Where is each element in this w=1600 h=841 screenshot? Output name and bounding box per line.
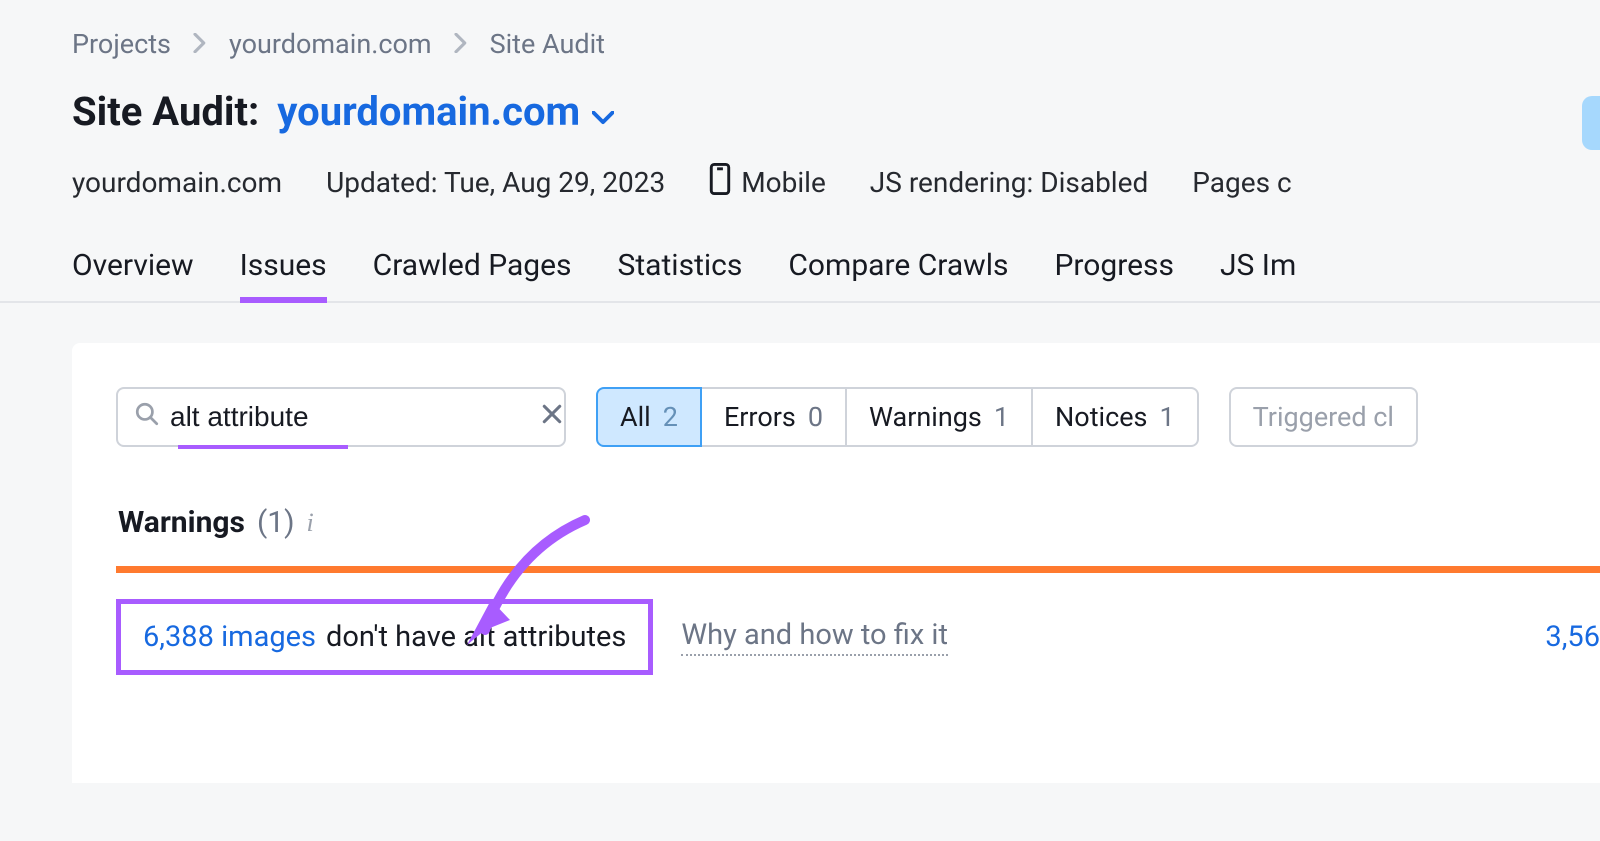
meta-updated: Updated: Tue, Aug 29, 2023 [326, 166, 665, 199]
issue-text: don't have alt attributes [326, 620, 626, 654]
filter-all[interactable]: All 2 [596, 387, 702, 447]
triggered-checks-button[interactable]: Triggered cl [1229, 387, 1418, 447]
issues-panel: All 2 Errors 0 Warnings 1 Notices 1 Trig… [72, 343, 1600, 783]
chevron-down-icon [592, 88, 614, 135]
fix-link[interactable]: Why and how to fix it [681, 618, 948, 656]
section-count: (1) [257, 505, 295, 540]
tab-progress[interactable]: Progress [1054, 248, 1174, 301]
section-label: Warnings [118, 505, 245, 540]
filter-warnings-label: Warnings [869, 401, 982, 433]
filter-warnings-count: 1 [994, 401, 1009, 433]
chevron-right-icon [454, 28, 468, 60]
meta-device: Mobile [709, 163, 826, 202]
search-input[interactable] [170, 401, 531, 433]
filter-errors-count: 0 [808, 401, 823, 433]
tabs: Overview Issues Crawled Pages Statistics… [0, 248, 1600, 303]
filter-errors-label: Errors [724, 401, 796, 433]
domain-switcher[interactable]: yourdomain.com [277, 88, 614, 135]
issue-row: 6,388 images don't have alt attributes W… [116, 599, 1600, 675]
filter-errors[interactable]: Errors 0 [702, 387, 847, 447]
meta-row: yourdomain.com Updated: Tue, Aug 29, 202… [72, 163, 1528, 202]
breadcrumb-item-projects[interactable]: Projects [72, 28, 171, 60]
issue-count-link: 6,388 images [143, 620, 316, 654]
issue-link[interactable]: 6,388 images don't have alt attributes [116, 599, 653, 675]
chevron-right-icon [193, 28, 207, 60]
mobile-icon [709, 163, 731, 202]
filter-notices-count: 1 [1159, 401, 1174, 433]
filter-all-label: All [620, 401, 651, 433]
tab-compare-crawls[interactable]: Compare Crawls [788, 248, 1008, 301]
tab-issues[interactable]: Issues [240, 248, 327, 301]
clear-icon[interactable] [541, 402, 563, 432]
filter-notices[interactable]: Notices 1 [1033, 387, 1199, 447]
page-title: Site Audit: yourdomain.com [72, 88, 1528, 135]
meta-domain: yourdomain.com [72, 166, 282, 199]
meta-pages: Pages c [1192, 166, 1291, 199]
filter-group: All 2 Errors 0 Warnings 1 Notices 1 [596, 387, 1199, 447]
tab-overview[interactable]: Overview [72, 248, 194, 301]
breadcrumb-item-domain[interactable]: yourdomain.com [229, 28, 432, 60]
issue-row-value: 3,56 [1545, 620, 1600, 654]
meta-device-label: Mobile [741, 166, 826, 199]
breadcrumb-item-siteaudit[interactable]: Site Audit [490, 28, 605, 60]
filter-warnings[interactable]: Warnings 1 [847, 387, 1033, 447]
tab-crawled-pages[interactable]: Crawled Pages [373, 248, 572, 301]
meta-js: JS rendering: Disabled [870, 166, 1148, 199]
search-icon [134, 401, 160, 434]
warnings-divider [116, 566, 1600, 573]
tab-statistics[interactable]: Statistics [618, 248, 743, 301]
page-title-prefix: Site Audit: [72, 88, 259, 135]
filter-notices-label: Notices [1055, 401, 1147, 433]
breadcrumb: Projects yourdomain.com Site Audit [72, 28, 1528, 60]
rerun-button-edge[interactable] [1582, 96, 1600, 150]
filter-all-count: 2 [663, 401, 678, 433]
search-input-wrapper [116, 387, 566, 447]
section-heading: Warnings (1) i [116, 505, 1600, 540]
page-title-domain: yourdomain.com [277, 88, 580, 135]
info-icon[interactable]: i [307, 508, 314, 538]
tab-js-impact[interactable]: JS Im [1220, 248, 1296, 301]
